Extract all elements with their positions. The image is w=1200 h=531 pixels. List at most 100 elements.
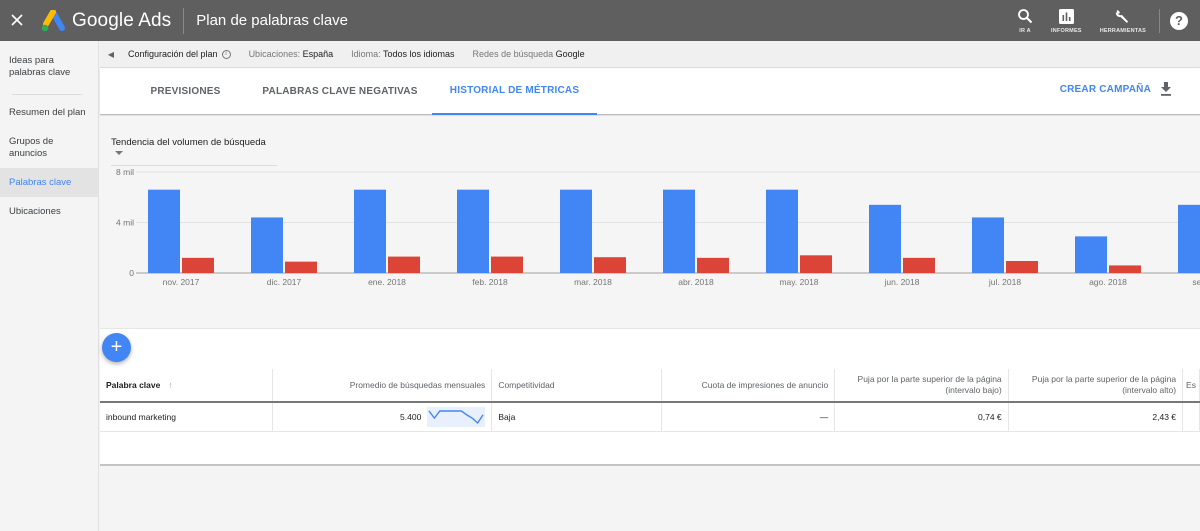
brand-name: Google Ads [72,9,172,31]
bar-total-volume [148,189,180,273]
google-ads-logo-icon [40,8,66,32]
bar-total-volume [766,189,798,273]
tab-historical-metrics[interactable]: HISTORIAL DE MÉTRICAS [432,68,597,115]
bid-high-cell: 2,43 € [1008,402,1184,432]
tab-negative-keywords[interactable]: PALABRAS CLAVE NEGATIVAS [250,68,430,115]
x-tick-label: mar. 2018 [574,277,612,287]
column-header-bid-low[interactable]: Puja por la parte superior de la página … [834,369,1009,403]
avg-searches-cell: 5.400 [272,402,493,432]
locations-value: España [302,49,334,59]
x-tick-label: sep. 2018 [1192,277,1200,287]
sidebar-item-ad-groups[interactable]: Grupos de anuncios [0,136,99,160]
sidebar-divider [12,94,82,95]
column-header-impression-share[interactable]: Cuota de impresiones de anuncio [661,369,836,403]
sidebar-item-plan-overview[interactable]: Resumen del plan [0,107,99,119]
info-icon[interactable]: i [221,49,231,59]
network-setting[interactable]: Redes de búsqueda Google [473,49,585,59]
tab-forecasts[interactable]: PREVISIONES [132,68,239,115]
x-tick-label: ago. 2018 [1089,277,1127,287]
bid-low-cell: 0,74 € [834,402,1009,432]
header-tools: IR A INFORMES HERRAMIENTAS ? [1008,0,1200,41]
y-tick-label: 8 mil [116,167,134,177]
network-value: Google [555,49,585,59]
chevron-left-icon: ◀ [107,49,115,59]
help-button[interactable]: ? [1170,11,1188,30]
language-setting[interactable]: Idioma: Todos los idiomas [351,49,454,59]
page-title: Plan de palabras clave [196,12,349,29]
tools-button[interactable]: HERRAMIENTAS [1100,0,1146,41]
go-to-button[interactable]: IR A [1017,0,1033,41]
sidebar: Ideas para palabras clave Resumen del pl… [0,41,99,531]
y-tick-label: 4 mil [116,218,134,228]
column-header-truncated[interactable]: Es [1182,369,1200,403]
plan-settings-bar: ◀ Configuración del plan i Ubicaciones: … [100,41,1200,68]
language-key: Idioma: [351,49,381,59]
y-tick-label: 0 [129,268,134,278]
column-header-bid-high[interactable]: Puja por la parte superior de la página … [1008,369,1184,403]
competition-cell: Baja [491,402,662,432]
x-tick-label: feb. 2018 [472,277,508,287]
search-volume-chart: 0 4 mil 8 mil nov. 2017 dic. 2017 ene. 2018 fe… [116,167,1200,287]
column-label: Palabra clave [106,379,161,390]
download-icon [1161,82,1171,96]
sidebar-item-keyword-ideas[interactable]: Ideas para palabras clave [0,55,99,79]
column-header-competition[interactable]: Competitividad [491,369,662,403]
bar-mobile-volume [182,257,214,273]
sort-ascending-icon[interactable]: ↑ [168,380,172,390]
add-keyword-button[interactable]: + [102,333,131,362]
bar-mobile-volume [491,256,523,273]
avg-searches-value: 5.400 [400,411,422,422]
bar-total-volume [1178,204,1200,273]
keywords-table-panel: + Palabra clave ↑ Promedio de búsquedas m… [100,328,1200,466]
bar-mobile-volume [285,261,317,273]
collapse-sidebar-button[interactable]: ◀ [100,50,122,59]
download-button[interactable] [1160,82,1172,101]
top-app-bar: Google Ads Plan de palabras clave IR A I… [0,0,1200,41]
close-icon [11,14,23,26]
column-header-avg-searches[interactable]: Promedio de búsquedas mensuales [272,369,493,403]
reports-icon [1058,8,1074,24]
search-icon [1018,9,1033,24]
x-tick-label: jun. 2018 [884,277,920,287]
locations-setting[interactable]: Ubicaciones: España [249,49,334,59]
tools-label: HERRAMIENTAS [1099,28,1146,34]
help-icon: ? [1175,13,1183,28]
x-tick-label: may. 2018 [779,277,818,287]
bar-mobile-volume [903,257,935,273]
bar-mobile-volume [1006,261,1038,273]
keyword-cell[interactable]: inbound marketing [100,402,273,432]
x-tick-label: nov. 2017 [163,277,200,287]
network-key: Redes de búsqueda [472,49,554,59]
tabs-bar: PREVISIONES PALABRAS CLAVE NEGATIVAS HIS… [100,68,1200,115]
close-button[interactable] [2,9,32,32]
bar-total-volume [354,189,386,273]
sidebar-item-keywords[interactable]: Palabras clave [0,168,99,197]
trend-sparkline[interactable] [427,406,486,427]
language-value: Todos los idiomas [383,49,455,59]
bar-total-volume [457,189,489,273]
create-campaign-button[interactable]: CREAR CAMPAÑA [1060,84,1151,95]
bar-total-volume [560,189,592,273]
bar-total-volume [663,189,695,273]
bar-mobile-volume [800,255,832,273]
table-row[interactable]: inbound marketing 5.400 Baja — 0,74 € 2,… [100,402,1200,432]
bar-mobile-volume [1109,265,1141,273]
reports-button[interactable]: INFORMES [1051,0,1082,41]
sidebar-item-locations[interactable]: Ubicaciones [0,206,99,218]
tools-divider [1159,8,1160,33]
table-header-row: Palabra clave ↑ Promedio de búsquedas men… [100,369,1200,403]
bar-mobile-volume [388,256,420,273]
plus-icon: + [110,336,123,358]
bar-mobile-volume [697,257,729,273]
bar-total-volume [972,217,1004,273]
plan-settings-button[interactable]: Configuración del plan i [128,49,231,59]
reports-label: INFORMES [1051,28,1082,34]
bar-total-volume [1075,236,1107,273]
impression-share-cell: — [661,402,836,432]
x-tick-label: dic. 2017 [267,277,302,287]
bar-total-volume [251,217,283,273]
x-tick-label: jul. 2018 [988,277,1021,287]
column-header-keyword[interactable]: Palabra clave ↑ [100,369,273,403]
x-tick-label: abr. 2018 [678,277,714,287]
x-tick-label: ene. 2018 [368,277,406,287]
